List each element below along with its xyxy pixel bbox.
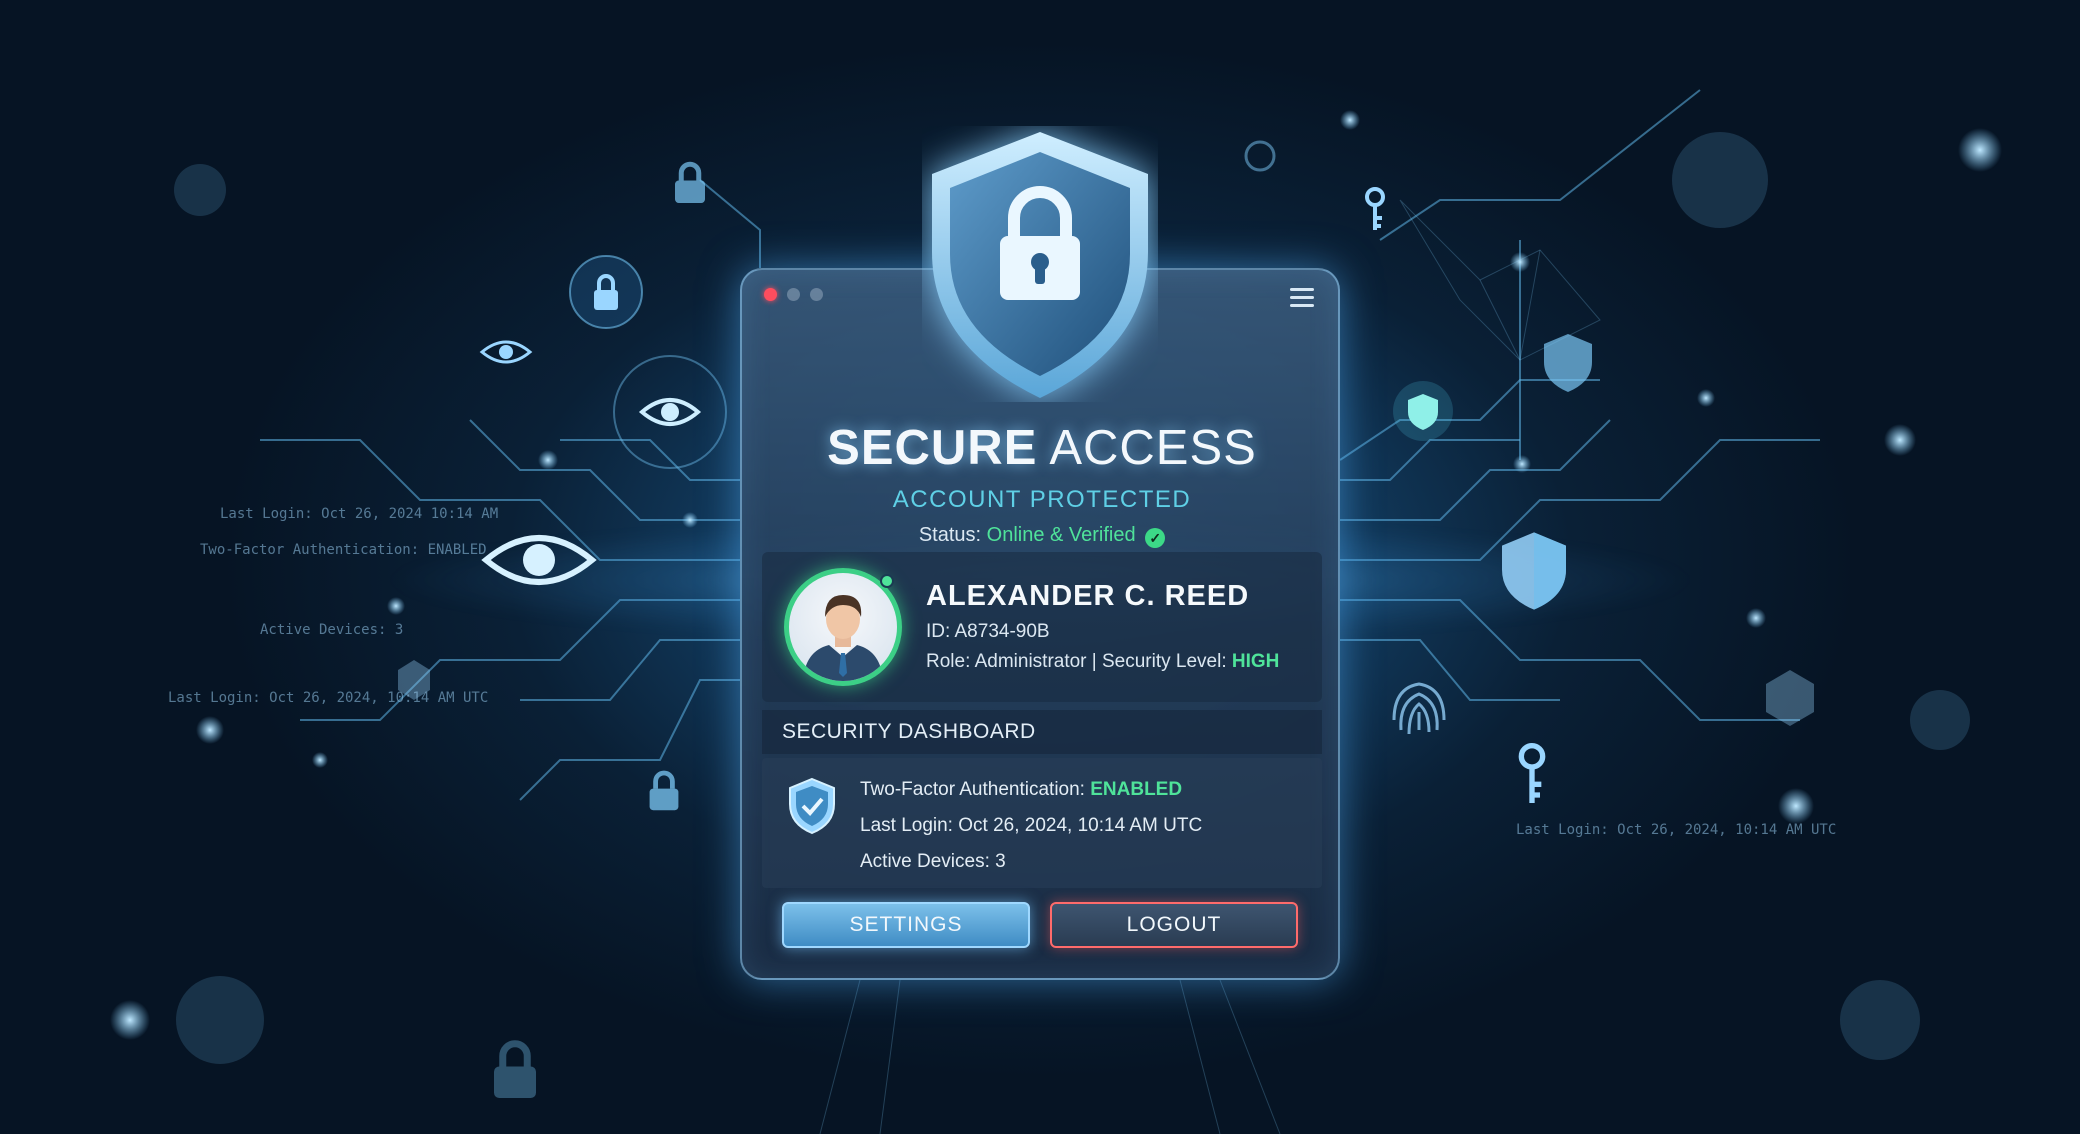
menu-icon[interactable] bbox=[1290, 288, 1314, 308]
security-dashboard-header: SECURITY DASHBOARD bbox=[762, 710, 1322, 754]
online-indicator bbox=[880, 574, 894, 588]
account-protected-label: ACCOUNT PROTECTED bbox=[892, 486, 1192, 513]
eye-icon bbox=[479, 340, 533, 364]
lock-icon bbox=[569, 255, 643, 329]
two-factor-row: Two-Factor Authentication: ENABLED bbox=[860, 772, 1202, 808]
window-controls bbox=[764, 288, 823, 301]
bg-last-login-text-right: Last Login: Oct 26, 2024, 10:14 AM UTC bbox=[1516, 822, 1837, 838]
status-value: Online & Verified bbox=[986, 524, 1136, 546]
user-profile-card: ALEXANDER C. REED ID: A8734-90B Role: Ad… bbox=[762, 552, 1322, 702]
user-avatar-icon bbox=[803, 595, 883, 681]
shield-icon bbox=[1393, 381, 1453, 441]
role-text: Role: Administrator | Security Level: bbox=[926, 651, 1227, 672]
maximize-button[interactable] bbox=[810, 288, 823, 301]
bg-text-line: Active Devices: 3 bbox=[260, 622, 404, 638]
lock-icon bbox=[649, 770, 679, 811]
security-dashboard-panel: Two-Factor Authentication: ENABLED Last … bbox=[762, 758, 1322, 888]
header-block: SECURE ACCESS ACCOUNT PROTECTED Status: … bbox=[742, 420, 1342, 548]
page-title: SECURE ACCESS bbox=[742, 420, 1342, 476]
minimize-button[interactable] bbox=[787, 288, 800, 301]
lock-icon bbox=[494, 1040, 536, 1098]
close-button[interactable] bbox=[764, 288, 777, 301]
key-icon bbox=[1365, 187, 1385, 230]
shield-lock-icon bbox=[932, 132, 1148, 398]
key-icon bbox=[1518, 742, 1546, 803]
shield-icon bbox=[1544, 334, 1592, 392]
profile-info: ALEXANDER C. REED ID: A8734-90B Role: Ad… bbox=[926, 580, 1279, 673]
bg-last-login-text: Last Login: Oct 26, 2024, 10:14 AM UTC bbox=[168, 690, 489, 706]
user-id: ID: A8734-90B bbox=[926, 621, 1050, 642]
check-icon: ✓ bbox=[1145, 528, 1166, 548]
user-name: ALEXANDER C. REED bbox=[926, 580, 1250, 612]
title-light: ACCESS bbox=[1049, 421, 1257, 475]
active-devices-row: Active Devices: 3 bbox=[860, 851, 1006, 872]
logout-button[interactable]: LOGOUT bbox=[1050, 902, 1298, 948]
user-role: Role: Administrator | Security Level: HI… bbox=[926, 651, 1279, 673]
two-factor-status: ENABLED bbox=[1090, 779, 1183, 800]
shield-check-icon bbox=[789, 777, 835, 835]
eye-icon bbox=[613, 355, 727, 469]
bg-text-line: Two-Factor Authentication: ENABLED bbox=[200, 542, 487, 558]
eye-icon bbox=[481, 535, 597, 585]
status-label: Status: bbox=[918, 524, 982, 546]
fingerprint-icon bbox=[1392, 682, 1446, 735]
title-bold: SECURE bbox=[827, 421, 1038, 475]
shield-icon bbox=[1244, 140, 1276, 172]
dashboard-details: Two-Factor Authentication: ENABLED Last … bbox=[860, 772, 1202, 880]
settings-button[interactable]: SETTINGS bbox=[782, 902, 1030, 948]
lock-icon bbox=[675, 161, 705, 203]
last-login-row: Last Login: Oct 26, 2024, 10:14 AM UTC bbox=[860, 815, 1203, 836]
two-factor-label: Two-Factor Authentication: bbox=[860, 779, 1085, 800]
security-level-badge: HIGH bbox=[1231, 651, 1280, 672]
bg-text-line: Last Login: Oct 26, 2024 10:14 AM bbox=[220, 506, 499, 522]
shield-icon bbox=[1502, 532, 1566, 610]
status-line: Status: Online & Verified ✓ bbox=[742, 524, 1342, 548]
